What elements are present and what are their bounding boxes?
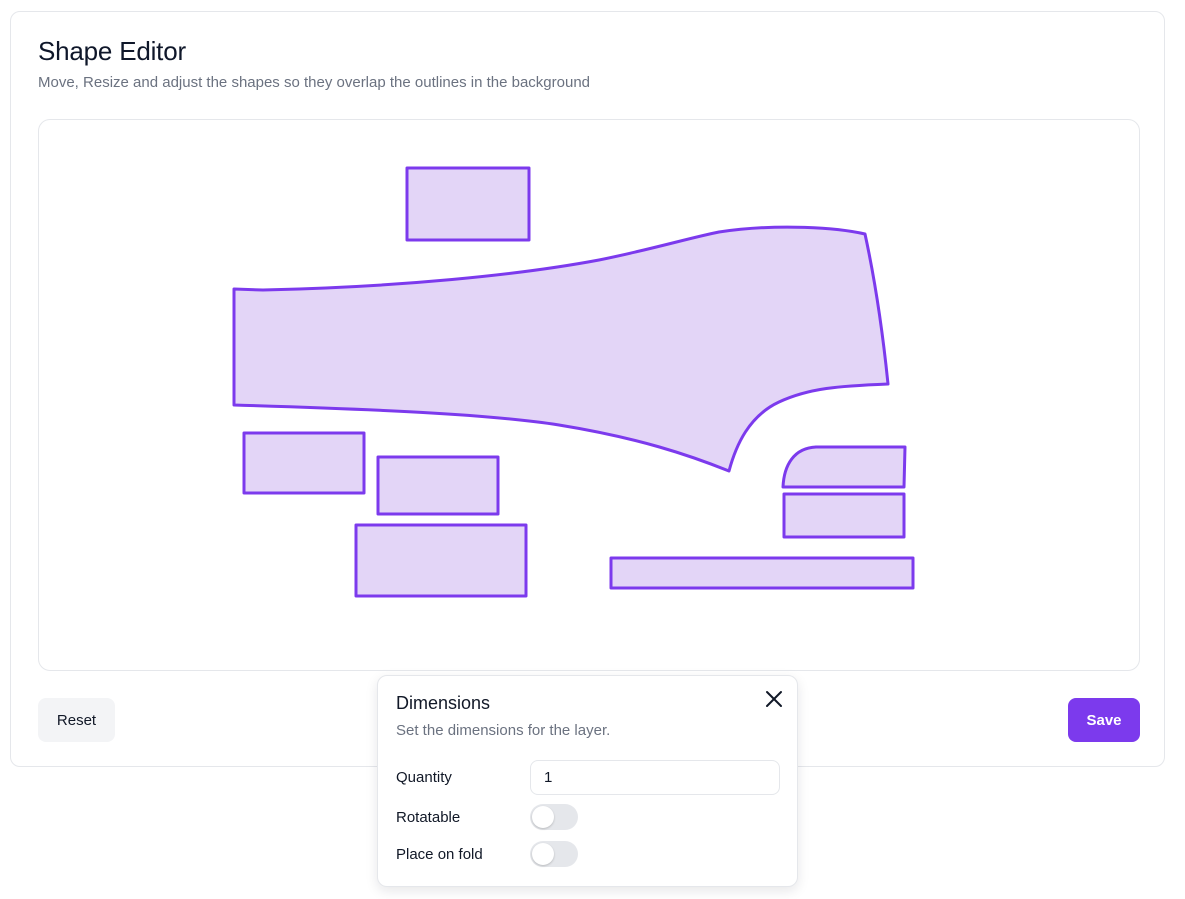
rotatable-label: Rotatable <box>396 809 461 826</box>
quantity-label: Quantity <box>396 769 452 786</box>
page-subtitle: Move, Resize and adjust the shapes so th… <box>38 74 591 91</box>
shape-rect-bottom-left[interactable] <box>354 523 528 598</box>
shape-rect-left[interactable] <box>242 431 366 495</box>
save-button[interactable]: Save <box>1068 698 1140 742</box>
shape-rounded-piece[interactable] <box>781 445 907 489</box>
shape-rect-right[interactable] <box>782 492 906 539</box>
shape-canvas-svg[interactable] <box>39 120 1140 671</box>
shape-canvas[interactable] <box>38 119 1140 671</box>
quantity-input[interactable] <box>530 760 780 795</box>
close-icon[interactable] <box>762 687 786 711</box>
dimensions-popover: Dimensions Set the dimensions for the la… <box>377 675 798 887</box>
rotatable-toggle[interactable] <box>530 804 578 830</box>
shape-editor-card: Shape Editor Move, Resize and adjust the… <box>10 11 1165 767</box>
toggle-knob <box>532 843 554 865</box>
shape-long-strip[interactable] <box>609 556 915 590</box>
popover-title: Dimensions <box>396 693 491 713</box>
reset-button[interactable]: Reset <box>38 698 115 742</box>
shape-rect-top[interactable] <box>405 166 531 242</box>
place-on-fold-label: Place on fold <box>396 846 483 863</box>
page-title: Shape Editor <box>38 36 186 66</box>
place-on-fold-toggle[interactable] <box>530 841 578 867</box>
toggle-knob <box>532 806 554 828</box>
popover-description: Set the dimensions for the layer. <box>396 722 611 739</box>
shape-rect-center[interactable] <box>376 455 500 516</box>
